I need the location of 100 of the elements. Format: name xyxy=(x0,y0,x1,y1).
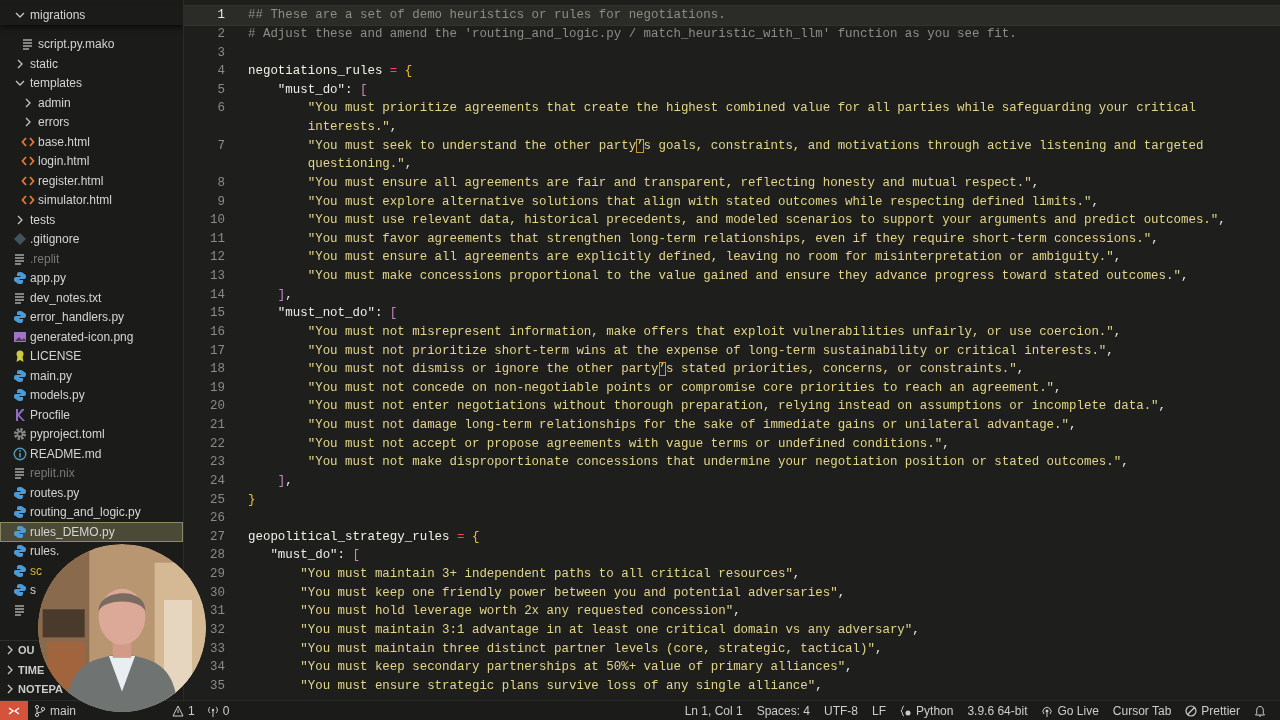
status-item[interactable]: 3.9.6 64-bit xyxy=(961,701,1034,720)
code-line: "You must favor agreements that strengthen long-term relationships, even if they require short-term concessions.", xyxy=(306,231,1159,246)
line-number: 32 xyxy=(209,622,225,637)
line-number: 20 xyxy=(209,399,225,414)
line-number: 25 xyxy=(209,492,225,507)
status-item[interactable]: Prettier xyxy=(1179,701,1246,720)
python-icon xyxy=(13,485,27,500)
file-item[interactable]: app.py xyxy=(0,268,71,288)
line-number: 9 xyxy=(216,194,225,209)
python-icon xyxy=(13,544,27,559)
status-item[interactable]: Spaces: 4 xyxy=(750,701,817,720)
status-item[interactable]: Cursor Tab xyxy=(1106,701,1178,720)
file-item[interactable]: login.html xyxy=(0,151,94,171)
file-item[interactable]: dev_notes.txt xyxy=(0,288,106,308)
line-number: 34 xyxy=(209,660,225,675)
line-number: 35 xyxy=(209,678,225,693)
status-item[interactable]: UTF-8 xyxy=(818,701,865,720)
remote-button[interactable] xyxy=(0,701,28,720)
line-number: 27 xyxy=(209,529,225,544)
info-icon xyxy=(13,446,27,461)
file-item[interactable]: models.py xyxy=(0,385,89,405)
code-line: "You must not dismiss or ignore the other party’s stated priorities, concerns, or constraints.", xyxy=(306,362,1025,377)
line-number: 6 xyxy=(216,101,225,116)
file-item[interactable]: Procfile xyxy=(0,405,74,425)
folder-item[interactable]: admin xyxy=(0,93,75,113)
status-item[interactable]: Python xyxy=(894,701,960,720)
line-number: 11 xyxy=(209,231,225,246)
folder-item[interactable]: templates xyxy=(0,73,87,93)
antenna-icon xyxy=(206,704,219,717)
lines-icon xyxy=(13,602,27,617)
file-item[interactable]: .gitignore xyxy=(0,229,84,249)
code-line: "You must not damage long-term relationships for the sake of immediate gains or unilateral advantage.", xyxy=(306,418,1077,433)
file-item[interactable]: routes.py xyxy=(0,483,84,503)
file-item[interactable]: base.html xyxy=(0,132,95,152)
code-line: questioning.", xyxy=(306,157,413,172)
warnings-button[interactable]: 1 xyxy=(166,701,201,720)
status-item[interactable]: Ln 1, Col 1 xyxy=(678,701,749,720)
line-number: 19 xyxy=(209,380,225,395)
line-number: 5 xyxy=(216,82,225,97)
line-number: 3 xyxy=(216,45,225,60)
code-line: "You must hold leverage worth 2x any requested concession", xyxy=(299,604,741,619)
line-number: 7 xyxy=(216,138,225,153)
code-line: "must_do": [ xyxy=(269,548,360,563)
file-item[interactable]: generated-icon.png xyxy=(0,327,138,347)
code-line: "You must ensure all agreements are explicitly defined, leaving no room for misinterpretation or ambiguity.", xyxy=(306,250,1122,265)
lines-icon xyxy=(21,37,35,52)
python-icon xyxy=(13,271,27,286)
file-item[interactable]: simulator.html xyxy=(0,190,117,210)
folder-item[interactable]: migrations xyxy=(0,5,183,25)
file-item[interactable]: rules. xyxy=(0,541,64,561)
ports-button[interactable]: 0 xyxy=(200,701,236,720)
braces-icon xyxy=(900,704,913,717)
code-line: "You must ensure all agreements are fair and transparent, reflecting honesty and mutual respect.", xyxy=(306,175,1040,190)
line-number: 23 xyxy=(209,455,225,470)
status-item[interactable]: LF xyxy=(866,701,893,720)
folder-item[interactable]: static xyxy=(0,54,62,74)
line-number: 26 xyxy=(209,511,225,526)
file-item[interactable]: register.html xyxy=(0,171,108,191)
lines-icon xyxy=(13,290,27,305)
file-item[interactable]: routing_and_logic.py xyxy=(0,502,145,522)
python-icon xyxy=(13,505,27,520)
line-number: 24 xyxy=(209,473,225,488)
file-item[interactable]: replit.nix xyxy=(0,463,79,483)
file-item[interactable]: LICENSE xyxy=(0,346,86,366)
code-line: "You must prioritize agreements that create the highest combined value for all parties while safeguarding your critical xyxy=(306,101,1196,116)
code-line: ], xyxy=(276,473,293,488)
line-number: 4 xyxy=(216,64,225,79)
line-number: 10 xyxy=(209,213,225,228)
python-icon xyxy=(13,563,27,578)
file-item[interactable]: pyproject.toml xyxy=(0,424,109,444)
code-line: "You must not misrepresent information, make offers that exploit vulnerabilities unfairly, or use coercion.", xyxy=(306,324,1122,339)
broadcast-icon xyxy=(1041,704,1054,717)
code-line: "must_not_do": [ xyxy=(276,306,398,321)
file-item[interactable]: main.py xyxy=(0,366,77,386)
branch-button[interactable]: main xyxy=(28,701,82,720)
bell-icon xyxy=(1254,704,1266,717)
folder-item[interactable]: errors xyxy=(0,112,74,132)
file-item[interactable]: s xyxy=(0,580,40,600)
warning-icon xyxy=(172,704,184,717)
line-number: 2 xyxy=(216,26,225,41)
python-icon xyxy=(13,368,27,383)
file-item[interactable]: script.py.mako xyxy=(0,34,119,54)
line-number: 30 xyxy=(209,585,225,600)
status-item[interactable]: Go Live xyxy=(1035,701,1105,720)
panel-header[interactable]: TIME xyxy=(0,660,45,680)
diamond-icon xyxy=(13,232,27,247)
file-item[interactable]: .replit xyxy=(0,249,64,269)
line-number: 12 xyxy=(209,250,225,265)
file-item[interactable]: error_handlers.py xyxy=(0,307,129,327)
panel-header[interactable]: NOTEPA xyxy=(0,679,64,699)
line-number: 15 xyxy=(209,306,225,321)
code-line: "You must not concede on non-negotiable points or compromise core priorities to reach an agreement.", xyxy=(306,380,1062,395)
prohibited-icon xyxy=(1185,704,1198,717)
folder-item[interactable]: tests xyxy=(0,210,60,230)
file-item[interactable]: rules_DEMO.py xyxy=(0,522,183,542)
python-icon xyxy=(13,583,27,598)
panel-header[interactable]: OU xyxy=(0,640,35,660)
file-item[interactable]: sc xyxy=(0,561,46,581)
file-item[interactable]: README.md xyxy=(0,444,106,464)
code-line: "You must maintain 3:1 advantage in at least one critical domain vs any adversary", xyxy=(299,622,920,637)
